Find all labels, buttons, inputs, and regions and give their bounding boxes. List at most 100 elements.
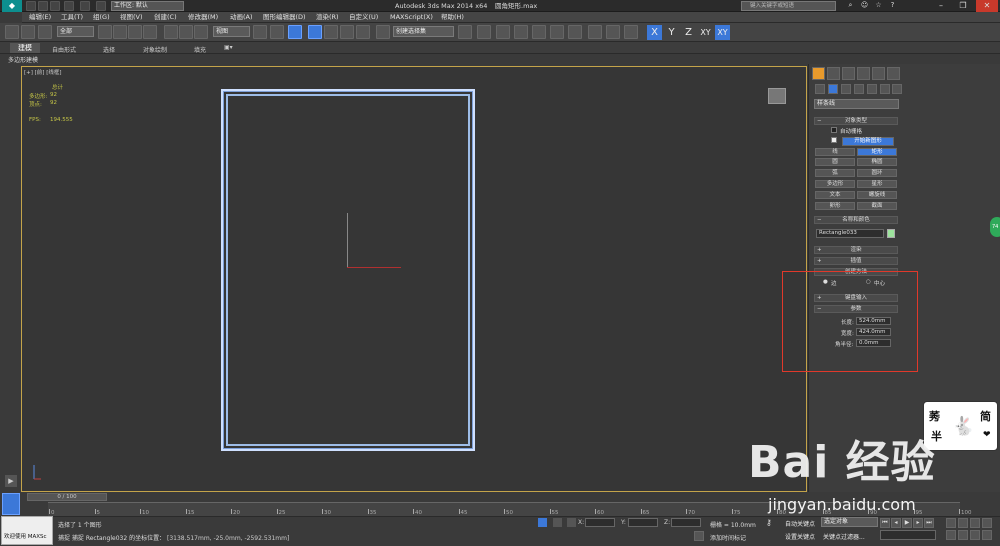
menu-rendering[interactable]: 渲染(R) (316, 12, 339, 23)
rendered-frame-icon[interactable] (606, 25, 620, 39)
start-new-shape-checkbox[interactable] (831, 137, 837, 143)
interpolation-rollout-header[interactable]: + 插值 (814, 257, 898, 265)
layer-manager-icon[interactable] (496, 25, 510, 39)
x-coord-input[interactable] (585, 518, 615, 527)
floating-badge[interactable]: 74 (990, 217, 1000, 237)
move-icon[interactable] (164, 25, 178, 39)
autogrid-checkbox[interactable] (831, 127, 837, 133)
select-object-icon[interactable] (98, 25, 112, 39)
menu-customize[interactable]: 自定义(U) (349, 12, 378, 23)
circle-button[interactable]: 圆 (815, 158, 855, 166)
shapes-icon[interactable] (828, 84, 838, 94)
edit-named-selection-icon[interactable] (376, 25, 390, 39)
menu-graph-editors[interactable]: 图形编辑器(D) (263, 12, 306, 23)
search-input[interactable]: 键入关键字或短语 (741, 1, 836, 11)
reference-coord-dropdown[interactable]: 视图 (213, 26, 250, 37)
utilities-tab-icon[interactable] (887, 67, 900, 80)
systems-icon[interactable] (892, 84, 902, 94)
zoom-all-icon[interactable] (958, 518, 968, 528)
select-manipulate-icon[interactable] (270, 25, 284, 39)
time-tag-icon[interactable] (694, 531, 704, 541)
menu-maxscript[interactable]: MAXScript(X) (390, 12, 433, 23)
create-tab-icon[interactable] (812, 67, 825, 80)
menu-edit[interactable]: 编辑(E) (29, 12, 51, 23)
help-icon[interactable]: ? (888, 1, 897, 10)
scale-icon[interactable] (194, 25, 208, 39)
orbit-icon[interactable] (970, 530, 980, 540)
unlink-icon[interactable] (21, 25, 35, 39)
field-of-view-icon[interactable] (946, 530, 956, 540)
render-setup-icon[interactable] (588, 25, 602, 39)
key-filters-button[interactable]: 关键点过滤器... (823, 532, 865, 541)
minimize-icon[interactable]: – (930, 0, 952, 12)
section-button[interactable]: 截面 (857, 202, 897, 210)
space-warps-icon[interactable] (880, 84, 890, 94)
star-icon[interactable]: ☆ (874, 1, 883, 10)
shape-category-dropdown[interactable]: 样条线 (814, 99, 899, 109)
time-slider-counter[interactable]: 0 / 100 (27, 493, 107, 501)
star-button[interactable]: 星形 (857, 180, 897, 188)
cameras-icon[interactable] (854, 84, 864, 94)
tab-selection[interactable]: 选择 (103, 45, 115, 54)
tab-object-paint[interactable]: 对象绘制 (143, 45, 167, 54)
angle-snap-icon[interactable] (324, 25, 338, 39)
axis-z-button[interactable]: Z (681, 25, 696, 40)
axis-xy-button[interactable]: XY (698, 25, 713, 40)
start-new-shape-button[interactable]: 开始新图形 (842, 137, 894, 146)
line-button[interactable]: 线 (815, 148, 855, 156)
ribbon-options-icon[interactable]: ▣▾ (224, 44, 233, 51)
redo-icon[interactable] (80, 1, 90, 11)
rotate-icon[interactable] (179, 25, 193, 39)
tab-modeling[interactable]: 建模 (10, 43, 40, 53)
geometry-icon[interactable] (815, 84, 825, 94)
isolate-selection-icon[interactable] (538, 518, 547, 527)
add-time-tag[interactable]: 添加时间标记 (710, 533, 746, 542)
select-by-name-icon[interactable] (113, 25, 127, 39)
snaps-toggle-icon[interactable] (308, 25, 322, 39)
name-color-rollout-header[interactable]: − 名称和颜色 (814, 216, 898, 224)
close-icon[interactable]: ✕ (976, 0, 998, 12)
selection-lock-icon[interactable] (553, 518, 562, 527)
mirror-icon[interactable] (458, 25, 472, 39)
pivot-icon[interactable] (253, 25, 267, 39)
menu-animation[interactable]: 动画(A) (230, 12, 253, 23)
current-frame-input[interactable] (880, 530, 936, 540)
keyboard-shortcut-override-icon[interactable] (288, 25, 302, 39)
viewport-nav-arrow-icon[interactable]: ▶ (5, 475, 17, 487)
object-type-rollout-header[interactable]: − 对象类型 (814, 117, 898, 125)
tab-populate[interactable]: 填充 (194, 45, 206, 54)
app-logo-icon[interactable]: ◆ (2, 0, 22, 12)
save-file-icon[interactable] (50, 1, 60, 11)
tab-freeform[interactable]: 自由形式 (52, 45, 76, 54)
window-crossing-icon[interactable] (143, 25, 157, 39)
zoom-extents-icon[interactable] (970, 518, 980, 528)
binoculars-icon[interactable]: ⌕ (846, 1, 855, 10)
spinner-snap-icon[interactable] (356, 25, 370, 39)
text-button[interactable]: 文本 (815, 191, 855, 199)
rendering-rollout-header[interactable]: + 渲染 (814, 246, 898, 254)
set-key-button[interactable]: 设置关键点 (785, 532, 815, 541)
maximize-viewport-icon[interactable] (982, 530, 992, 540)
lights-icon[interactable] (841, 84, 851, 94)
y-coord-input[interactable] (628, 518, 658, 527)
open-file-icon[interactable] (38, 1, 48, 11)
percent-snap-icon[interactable] (340, 25, 354, 39)
hierarchy-tab-icon[interactable] (842, 67, 855, 80)
menu-modifiers[interactable]: 修改器(M) (188, 12, 218, 23)
egg-button[interactable]: 卵形 (815, 202, 855, 210)
new-file-icon[interactable] (26, 1, 36, 11)
align-icon[interactable] (477, 25, 491, 39)
rectangle-button[interactable]: 矩形 (857, 148, 897, 156)
viewcube-icon[interactable] (768, 88, 786, 104)
render-icon[interactable] (624, 25, 638, 39)
maxscript-listener[interactable]: 欢迎使用 MAXSc (1, 516, 53, 545)
donut-button[interactable]: 圆环 (857, 169, 897, 177)
object-color-swatch[interactable] (887, 229, 895, 238)
absolute-mode-icon[interactable] (567, 518, 576, 527)
undo-icon[interactable] (64, 1, 74, 11)
rect-selection-icon[interactable] (128, 25, 142, 39)
graphite-toggle-icon[interactable] (514, 25, 528, 39)
display-tab-icon[interactable] (872, 67, 885, 80)
modify-tab-icon[interactable] (827, 67, 840, 80)
bind-space-warp-icon[interactable] (38, 25, 52, 39)
